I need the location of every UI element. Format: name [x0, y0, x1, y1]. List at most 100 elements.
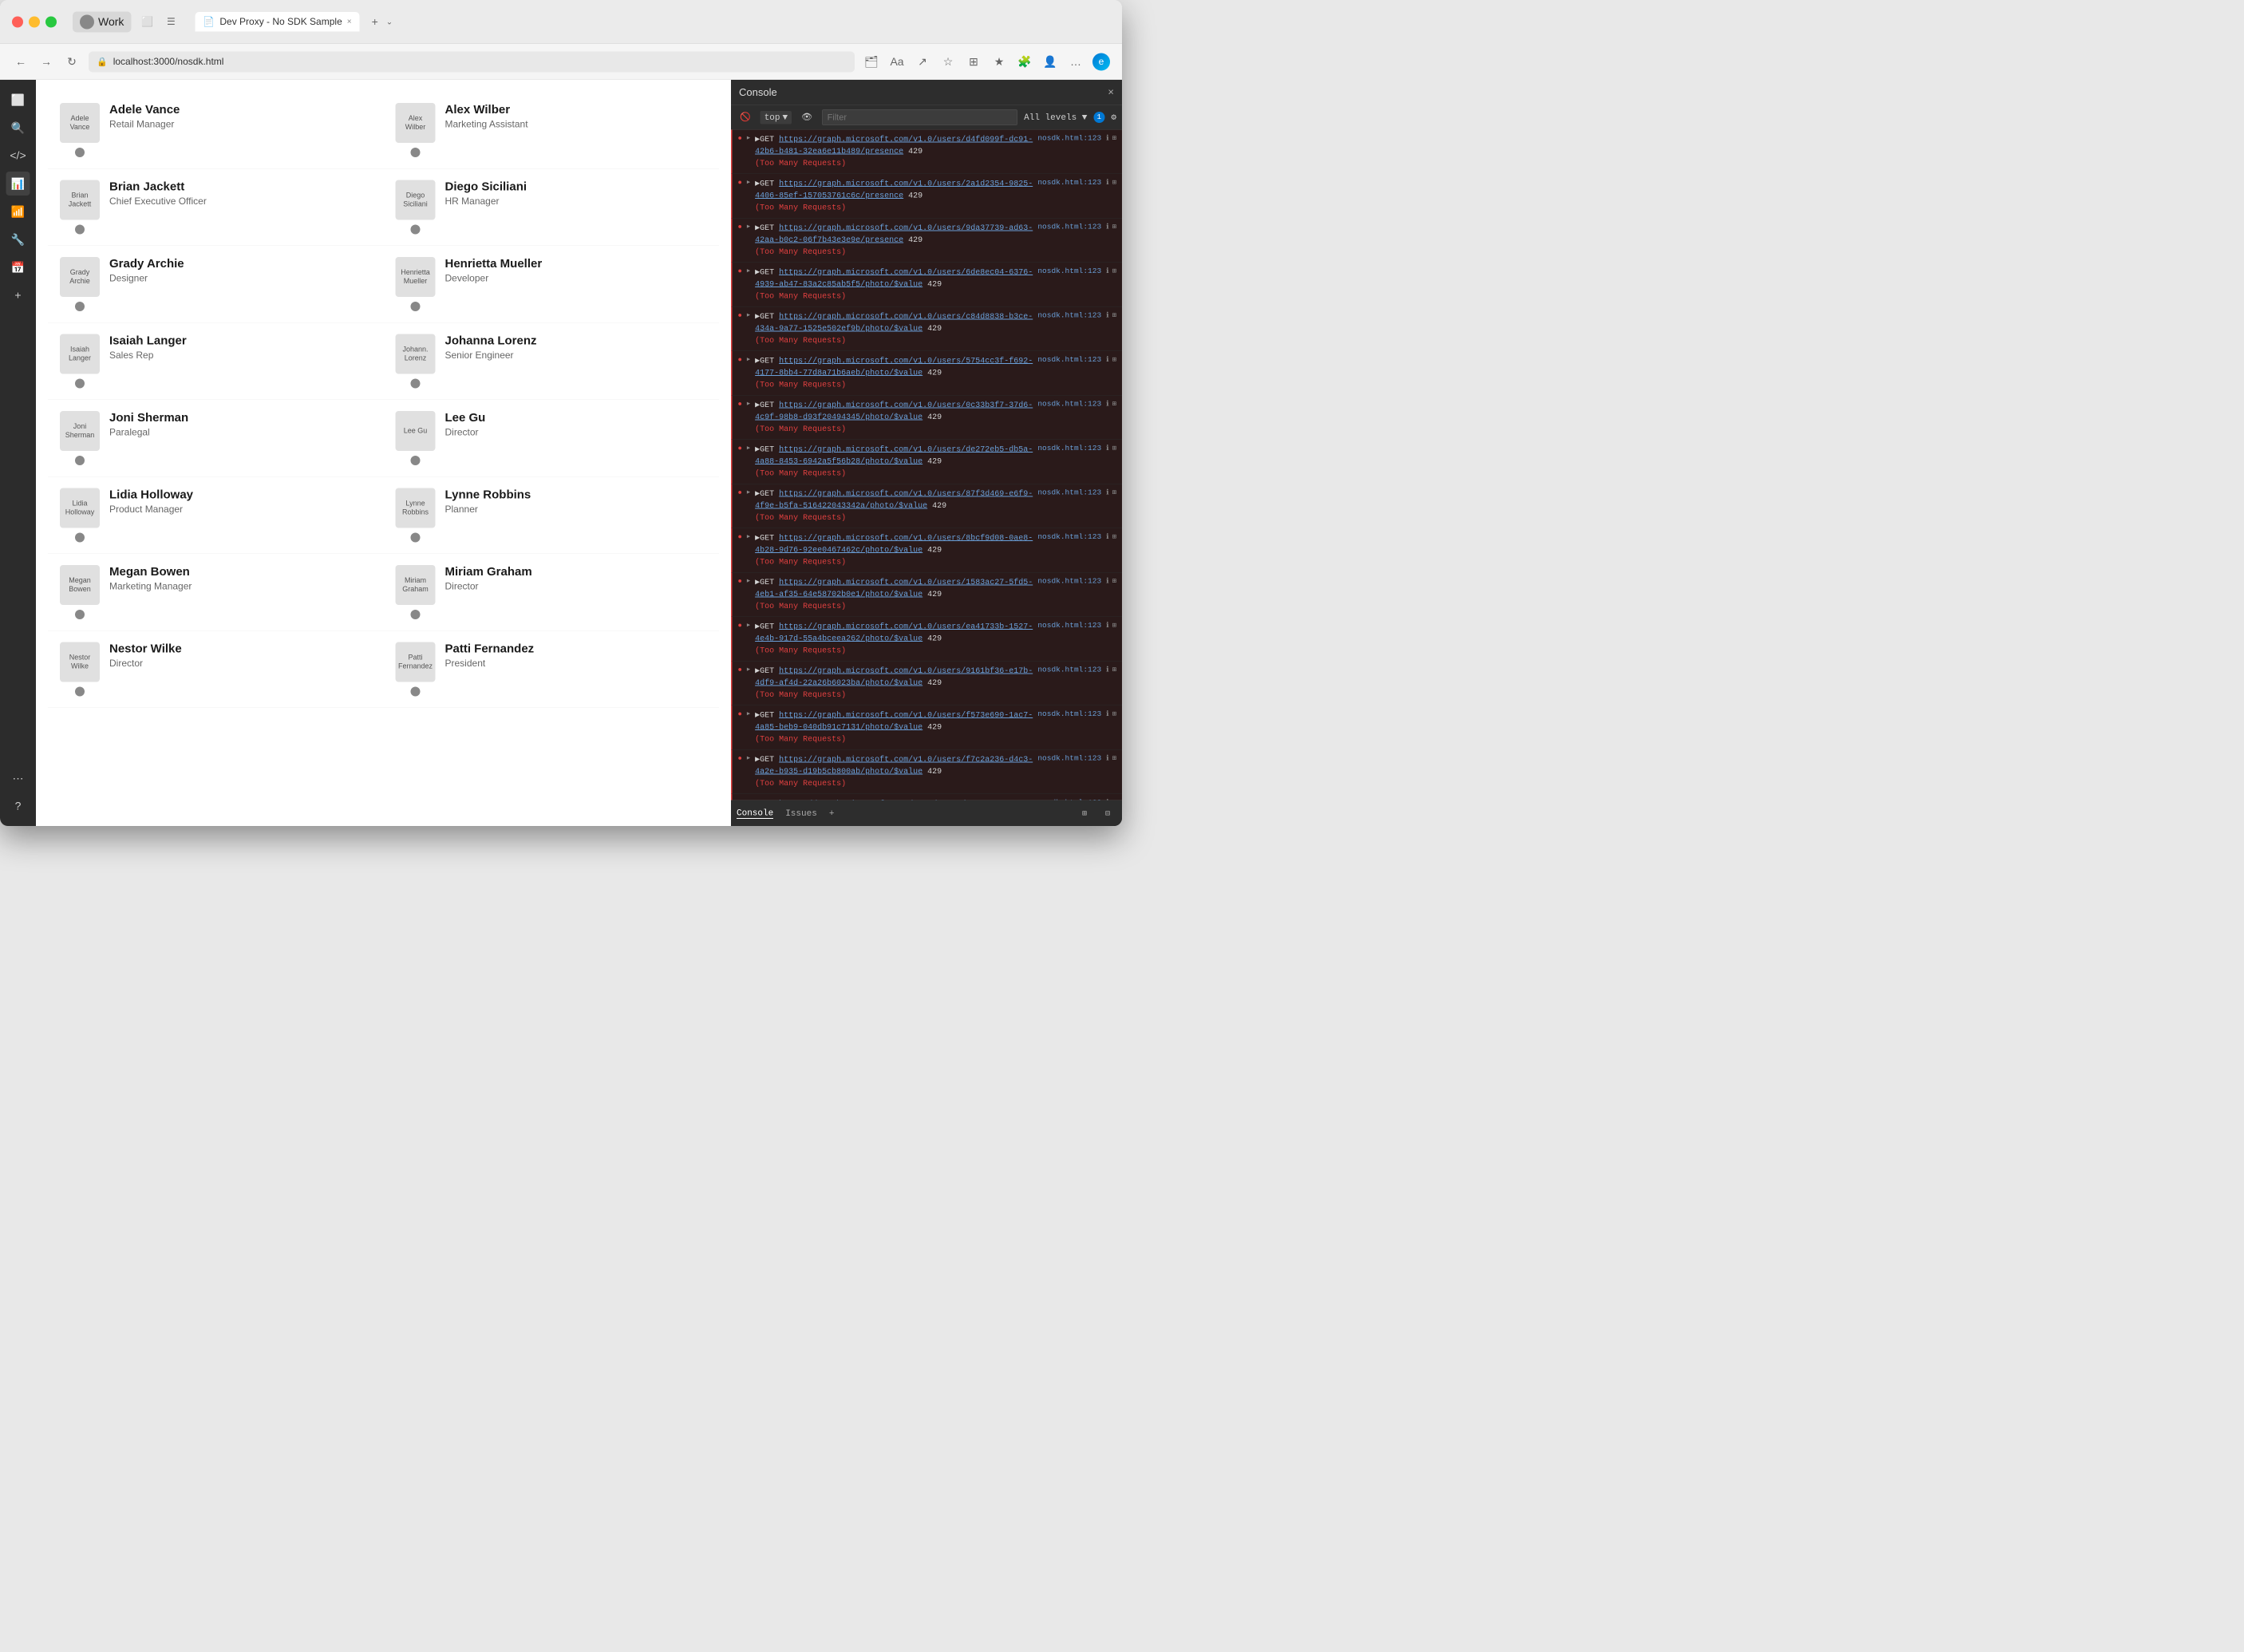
- url-link[interactable]: https://graph.microsoft.com/v1.0/users/9…: [755, 223, 1033, 245]
- source-link[interactable]: nosdk.html:123: [1037, 134, 1101, 143]
- expand-icon[interactable]: ▶: [747, 622, 750, 629]
- copy-button[interactable]: ⊞: [1112, 488, 1116, 497]
- tab-issues[interactable]: Issues: [785, 808, 817, 819]
- console-levels-selector[interactable]: All levels ▼: [1024, 113, 1087, 123]
- sidebar-item-tools[interactable]: 🔧: [6, 227, 30, 251]
- sidebar-item-calendar[interactable]: 📅: [6, 255, 30, 279]
- info-button[interactable]: ℹ: [1106, 311, 1108, 320]
- copy-button[interactable]: ⊞: [1112, 223, 1116, 231]
- info-button[interactable]: ℹ: [1106, 488, 1108, 497]
- sidebar-item-debug[interactable]: </>: [6, 144, 30, 168]
- console-close-button[interactable]: ×: [1108, 86, 1114, 98]
- favorites2-icon[interactable]: ★: [990, 53, 1008, 70]
- address-bar[interactable]: 🔒 localhost:3000/nosdk.html: [89, 51, 855, 72]
- favorites-icon[interactable]: ☆: [939, 53, 957, 70]
- info-button[interactable]: ℹ: [1106, 223, 1108, 231]
- person-card[interactable]: Lidia Holloway Lidia Holloway Product Ma…: [48, 477, 384, 555]
- person-card[interactable]: Brian Jackett Brian Jackett Chief Execut…: [48, 169, 384, 247]
- console-eye-button[interactable]: 👁: [798, 111, 816, 124]
- person-card[interactable]: Megan Bowen Megan Bowen Marketing Manage…: [48, 554, 384, 631]
- console-action-2[interactable]: ⊟: [1099, 804, 1116, 822]
- info-button[interactable]: ℹ: [1106, 621, 1108, 630]
- info-button[interactable]: ℹ: [1106, 444, 1108, 453]
- person-card[interactable]: Lee Gu Lee Gu Director: [384, 400, 720, 477]
- source-link[interactable]: nosdk.html:123: [1037, 488, 1101, 497]
- new-tab-button[interactable]: +: [372, 15, 378, 28]
- url-link[interactable]: https://graph.microsoft.com/v1.0/users/d…: [755, 135, 1033, 156]
- reader-icon[interactable]: Aa: [888, 53, 906, 70]
- info-button[interactable]: ℹ: [1106, 532, 1108, 541]
- console-settings-icon[interactable]: ⚙: [1111, 113, 1116, 123]
- console-filter-input[interactable]: [822, 109, 1017, 125]
- close-button[interactable]: [12, 16, 23, 27]
- info-button[interactable]: ℹ: [1106, 666, 1108, 674]
- url-link[interactable]: https://graph.microsoft.com/v1.0/users/f…: [755, 711, 1033, 733]
- expand-icon[interactable]: ▶: [747, 312, 750, 319]
- person-card[interactable]: Johann. Lorenz Johanna Lorenz Senior Eng…: [384, 323, 720, 401]
- expand-icon[interactable]: ▶: [747, 489, 750, 496]
- maximize-button[interactable]: [45, 16, 57, 27]
- copy-button[interactable]: ⊞: [1112, 754, 1116, 763]
- console-stop-button[interactable]: 🚫: [737, 111, 754, 124]
- expand-icon[interactable]: ▶: [747, 267, 750, 275]
- expand-icon[interactable]: ▶: [747, 401, 750, 408]
- source-link[interactable]: nosdk.html:123: [1037, 709, 1101, 718]
- source-link[interactable]: nosdk.html:123: [1037, 267, 1101, 275]
- source-link[interactable]: nosdk.html:123: [1037, 532, 1101, 541]
- source-link[interactable]: nosdk.html:123: [1037, 311, 1101, 320]
- sidebar-item-active[interactable]: 📊: [6, 172, 30, 196]
- sidebar-item-help[interactable]: ?: [6, 794, 30, 818]
- person-card[interactable]: Joni Sherman Joni Sherman Paralegal: [48, 400, 384, 477]
- source-link[interactable]: nosdk.html:123: [1037, 666, 1101, 674]
- url-link[interactable]: https://graph.microsoft.com/v1.0/users/9…: [755, 666, 1033, 688]
- expand-icon[interactable]: ▶: [747, 666, 750, 674]
- person-card[interactable]: Patti Fernandez Patti Fernandez Presiden…: [384, 631, 720, 709]
- url-link[interactable]: https://graph.microsoft.com/v1.0/users/0…: [755, 401, 1033, 422]
- profile2-icon[interactable]: 👤: [1041, 53, 1059, 70]
- url-link[interactable]: https://graph.microsoft.com/v1.0/users/c…: [755, 312, 1033, 334]
- expand-icon[interactable]: ▶: [747, 223, 750, 231]
- expand-icon[interactable]: ▶: [747, 755, 750, 762]
- console-top-selector[interactable]: top ▼: [761, 111, 792, 124]
- browser-tab[interactable]: 📄 Dev Proxy - No SDK Sample ×: [195, 12, 359, 32]
- source-link[interactable]: nosdk.html:123: [1037, 754, 1101, 763]
- copy-button[interactable]: ⊞: [1112, 577, 1116, 586]
- person-card[interactable]: Isaiah Langer Isaiah Langer Sales Rep: [48, 323, 384, 401]
- add-tab-button[interactable]: +: [829, 808, 835, 819]
- refresh-button[interactable]: ↻: [63, 53, 81, 70]
- extensions-icon[interactable]: 🧩: [1016, 53, 1033, 70]
- tab-chevron-icon[interactable]: ⌄: [386, 17, 393, 27]
- sidebar-item-wifi[interactable]: 📶: [6, 200, 30, 223]
- splitscreen-icon[interactable]: ⊞: [965, 53, 982, 70]
- source-link[interactable]: nosdk.html:123: [1037, 444, 1101, 453]
- share-icon[interactable]: ↗: [914, 53, 931, 70]
- sidebar-item-files[interactable]: ⬜: [6, 88, 30, 112]
- info-button[interactable]: ℹ: [1106, 709, 1108, 718]
- expand-icon[interactable]: ▶: [747, 533, 750, 540]
- sidebar-item-add[interactable]: +: [6, 283, 30, 307]
- source-link[interactable]: nosdk.html:123: [1037, 400, 1101, 409]
- source-link[interactable]: nosdk.html:123: [1037, 223, 1101, 231]
- url-link[interactable]: https://graph.microsoft.com/v1.0/users/d…: [755, 445, 1033, 467]
- new-tab-icon[interactable]: ⬜: [139, 14, 155, 30]
- forward-button[interactable]: →: [38, 53, 55, 70]
- person-card[interactable]: Adele Vance Adele Vance Retail Manager: [48, 92, 384, 169]
- info-button[interactable]: ℹ: [1106, 134, 1108, 143]
- copy-button[interactable]: ⊞: [1112, 267, 1116, 275]
- copy-button[interactable]: ⊞: [1112, 400, 1116, 409]
- profile-tab[interactable]: Work: [73, 11, 131, 32]
- url-link[interactable]: https://graph.microsoft.com/v1.0/users/f…: [755, 755, 1033, 777]
- source-link[interactable]: nosdk.html:123: [1037, 621, 1101, 630]
- person-card[interactable]: Miriam Graham Miriam Graham Director: [384, 554, 720, 631]
- copy-button[interactable]: ⊞: [1112, 666, 1116, 674]
- expand-icon[interactable]: ▶: [747, 445, 750, 452]
- url-link[interactable]: https://graph.microsoft.com/v1.0/users/6…: [755, 268, 1033, 290]
- minimize-button[interactable]: [29, 16, 40, 27]
- copy-button[interactable]: ⊞: [1112, 709, 1116, 718]
- info-button[interactable]: ℹ: [1106, 400, 1108, 409]
- source-link[interactable]: nosdk.html:123: [1037, 178, 1101, 187]
- tab-console[interactable]: Console: [737, 808, 773, 819]
- info-button[interactable]: ℹ: [1106, 267, 1108, 275]
- person-card[interactable]: Lynne Robbins Lynne Robbins Planner: [384, 477, 720, 555]
- info-button[interactable]: ℹ: [1106, 178, 1108, 187]
